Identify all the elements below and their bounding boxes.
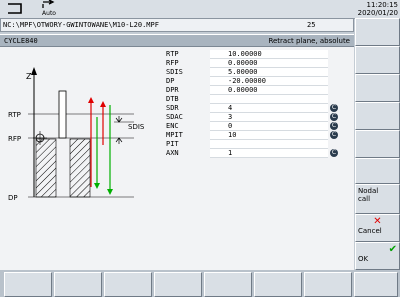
sdis-arrow-bottom <box>115 137 123 144</box>
program-path-bar: NC:\MPF\OTWORY-GWINTOWANE\M10-L20.MPF 25 <box>0 18 354 32</box>
toggle-icon-sdr[interactable]: C <box>330 104 338 112</box>
softkey-bottom-1[interactable] <box>4 272 52 297</box>
workpiece-left <box>35 138 57 198</box>
param-input-sdac[interactable]: 3 <box>210 113 328 122</box>
toggle-icon-mpit[interactable]: C <box>330 131 338 139</box>
arrow-right-icon <box>42 0 55 8</box>
softkey-right-6[interactable] <box>355 158 400 184</box>
cancel-label: Cancel <box>358 227 382 235</box>
softkey-bottom-7[interactable] <box>304 272 352 297</box>
modal-call-button[interactable]: Nodal call <box>355 184 400 214</box>
softkey-bottom-4[interactable] <box>154 272 202 297</box>
z-axis-label: Z <box>26 72 32 81</box>
param-label-dtb: DTB <box>166 95 179 103</box>
param-input-dp[interactable]: -20.00000 <box>210 77 328 86</box>
sdis-arrow-top <box>115 116 123 123</box>
param-input-dtb[interactable] <box>210 95 328 104</box>
cancel-icon: ✕ <box>373 216 382 227</box>
workpiece-right <box>69 138 91 198</box>
param-input-sdr[interactable]: 4 <box>210 104 328 113</box>
param-label-pit: PIT <box>166 140 179 148</box>
rfp-label: RFP <box>8 135 21 143</box>
cycle-name: CYCLE840 <box>4 37 38 45</box>
ok-label: OK <box>358 255 369 263</box>
cycle-header: CYCLE840 Retract plane, absolute <box>0 34 354 47</box>
menu-bracket-icon <box>8 3 22 14</box>
softkey-bottom-3[interactable] <box>104 272 152 297</box>
param-label-dp: DP <box>166 77 175 85</box>
sdis-label: SDIS <box>128 123 145 131</box>
toggle-icon-axn[interactable]: C <box>330 149 338 157</box>
z-axis-arrow <box>31 67 37 75</box>
softkey-bottom-8[interactable] <box>354 272 398 297</box>
param-input-sdis[interactable]: 5.00000 <box>210 68 328 77</box>
softkey-right-1[interactable] <box>355 18 400 46</box>
cancel-button[interactable]: ✕ Cancel <box>355 214 400 242</box>
rtp-label: RTP <box>8 111 21 119</box>
param-label-rfp: RFP <box>166 59 179 67</box>
program-path: NC:\MPF\OTWORY-GWINTOWANE\M10-L20.MPF <box>3 21 159 29</box>
softkey-bottom-6[interactable] <box>254 272 302 297</box>
check-icon: ✔ <box>388 244 397 255</box>
cycle-description: Retract plane, absolute <box>268 37 350 45</box>
param-label-sdr: SDR <box>166 104 179 112</box>
param-label-dpr: DPR <box>166 86 179 94</box>
softkey-bottom-5[interactable] <box>204 272 252 297</box>
mode-auto-label: Auto <box>42 10 56 17</box>
tool <box>58 90 67 139</box>
param-input-pit[interactable] <box>210 140 328 149</box>
ok-button[interactable]: ✔ OK <box>355 242 400 270</box>
param-label-sdis: SDIS <box>166 68 183 76</box>
softkey-right-5[interactable] <box>355 130 400 158</box>
param-label-mpit: MPIT <box>166 131 183 139</box>
param-label-rtp: RTP <box>166 50 179 58</box>
softkey-right-3[interactable] <box>355 74 400 102</box>
toggle-icon-enc[interactable]: C <box>330 122 338 130</box>
softkey-right-4[interactable] <box>355 102 400 130</box>
param-label-axn: AXN <box>166 149 179 157</box>
dp-label: DP <box>8 194 18 202</box>
param-input-rtp[interactable]: 10.00000 <box>210 50 328 59</box>
softkey-right-2[interactable] <box>355 46 400 74</box>
channel-number: 25 <box>307 21 316 29</box>
param-input-enc[interactable]: 0 <box>210 122 328 131</box>
softkey-bottom-2[interactable] <box>54 272 102 297</box>
clock-date: 2020/01/20 <box>357 9 398 17</box>
menu-button[interactable] <box>2 1 30 16</box>
param-label-enc: ENC <box>166 122 179 130</box>
thread-diagram: Z RTP RFP DP SDIS <box>8 67 145 202</box>
mode-auto-button[interactable]: Auto <box>34 0 64 18</box>
param-input-rfp[interactable]: 0.00000 <box>210 59 328 68</box>
param-input-dpr[interactable]: 0.00000 <box>210 86 328 95</box>
param-input-mpit[interactable]: 10 <box>210 131 328 140</box>
param-label-sdac: SDAC <box>166 113 183 121</box>
clock-time: 11:20:15 <box>366 1 398 9</box>
clock: 11:20:15 2020/01/20 <box>358 1 398 17</box>
param-input-axn[interactable]: 1 <box>210 149 328 158</box>
toggle-icon-sdac[interactable]: C <box>330 113 338 121</box>
